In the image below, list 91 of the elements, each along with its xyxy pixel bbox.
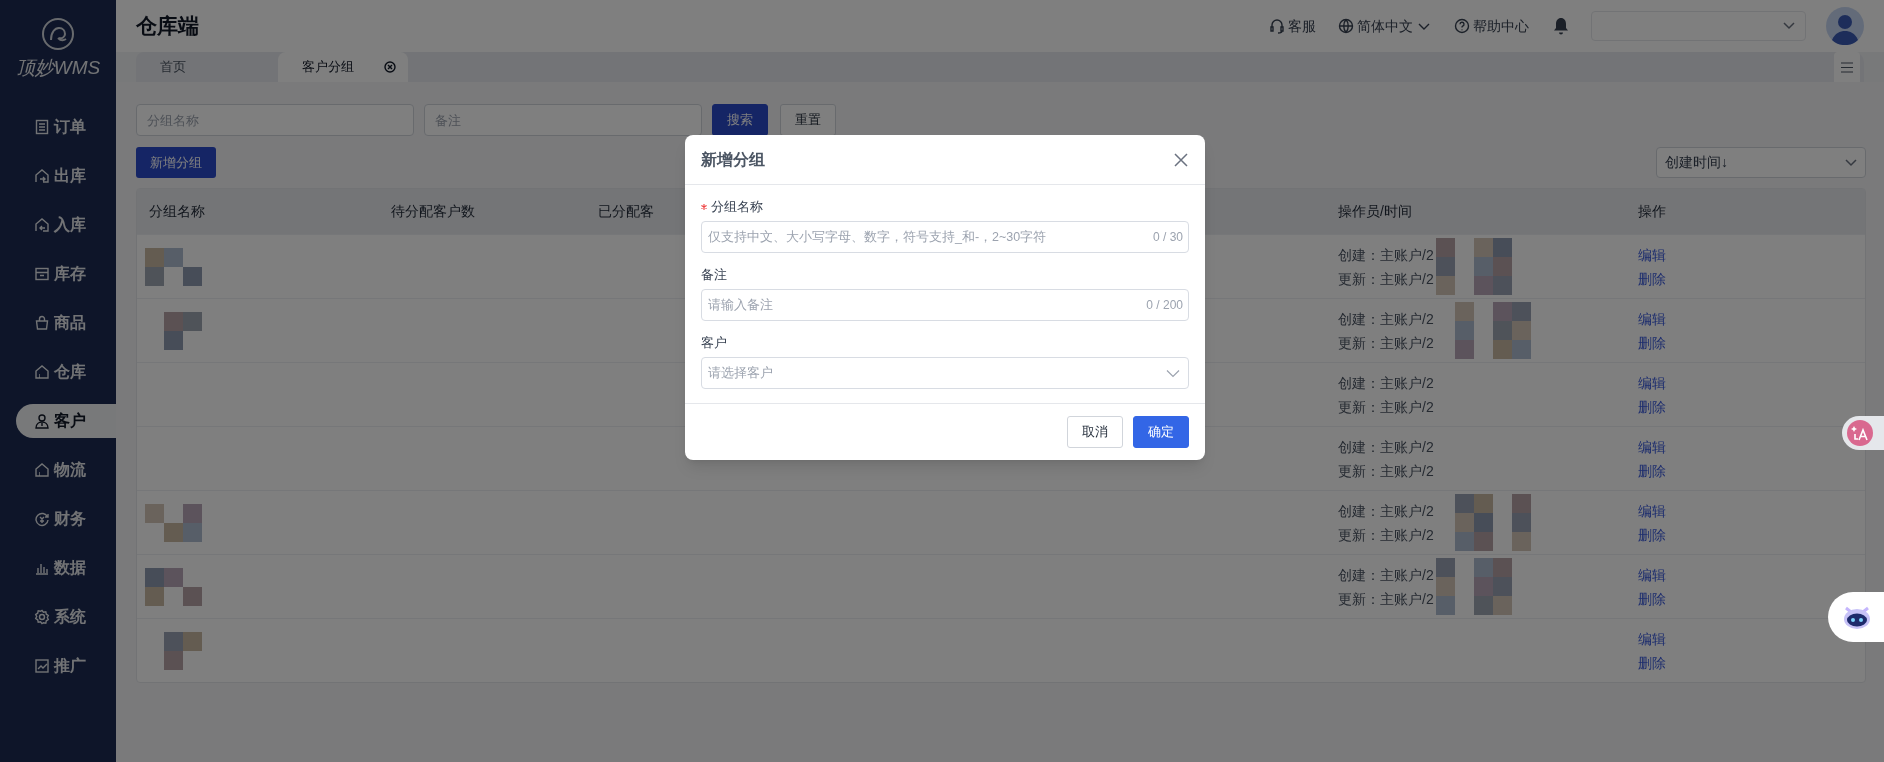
header-link[interactable]: 帮助中心 — [1454, 15, 1529, 37]
sidebar-item[interactable]: 入库 — [16, 208, 116, 242]
pixelated-block — [145, 503, 202, 542]
bell-icon[interactable] — [1553, 17, 1569, 35]
action-link[interactable]: 编辑 — [1638, 242, 1666, 267]
box-icon — [34, 266, 50, 282]
operator-text: 创建：主账户/2 — [1338, 245, 1434, 265]
sidebar-item[interactable]: 财务 — [16, 502, 116, 536]
action-link[interactable]: 编辑 — [1638, 498, 1666, 523]
column-header: 分组名称 — [149, 203, 205, 219]
sidebar-item[interactable]: 系统 — [16, 600, 116, 634]
trend-chart-icon — [34, 658, 50, 674]
pixelated-block — [145, 567, 202, 606]
column-header: 已分配客 — [598, 203, 654, 219]
operator-text: 更新：主账户/2 — [1338, 461, 1434, 481]
action-link[interactable]: 编辑 — [1638, 562, 1666, 587]
action-link[interactable]: 删除 — [1638, 266, 1666, 291]
sidebar-item[interactable]: 客户 — [16, 404, 116, 438]
person-icon — [34, 413, 50, 429]
sidebar-item[interactable]: 库存 — [16, 257, 116, 291]
list-icon — [34, 119, 50, 135]
chevron-down-icon — [1783, 22, 1795, 30]
close-icon[interactable] — [1173, 151, 1189, 168]
operator-text: 创建：主账户/2 — [1338, 309, 1434, 329]
avatar[interactable] — [1826, 7, 1864, 45]
action-link[interactable]: 删除 — [1638, 522, 1666, 547]
field-label: 客户 — [701, 334, 727, 353]
house-arrow-icon — [34, 168, 50, 184]
logo-icon — [40, 16, 76, 52]
sidebar-item[interactable]: 订单 — [16, 110, 116, 144]
app-title: 仓库端 — [136, 13, 199, 40]
column-header: 待分配客户数 — [391, 203, 475, 219]
sidebar-item[interactable]: 商品 — [16, 306, 116, 340]
headset-icon — [1269, 18, 1285, 34]
help-icon — [1454, 18, 1470, 34]
assistant-widget[interactable] — [1828, 592, 1884, 642]
operator-text: 更新：主账户/2 — [1338, 397, 1434, 417]
operator-text: 创建：主账户/2 — [1338, 373, 1434, 393]
action-link[interactable]: 编辑 — [1638, 306, 1666, 331]
robot-icon — [1842, 604, 1872, 630]
dialog-title: 新增分组 — [701, 149, 765, 170]
dialog-button[interactable]: 确定 — [1133, 416, 1189, 448]
sidebar-item[interactable]: 仓库 — [16, 355, 116, 389]
translate-widget[interactable] — [1842, 416, 1884, 450]
field-label: 备注 — [701, 266, 727, 285]
operator-text: 创建：主账户/2 — [1338, 437, 1434, 457]
operator-text: 更新：主账户/2 — [1338, 589, 1434, 609]
sidebar-item[interactable]: 物流 — [16, 453, 116, 487]
operator-text: 更新：主账户/2 — [1338, 333, 1434, 353]
operator-text: 创建：主账户/2 — [1338, 501, 1434, 521]
action-link[interactable]: 删除 — [1638, 394, 1666, 419]
action-link[interactable]: 编辑 — [1638, 434, 1666, 459]
action-link[interactable]: 删除 — [1638, 330, 1666, 355]
header-link[interactable]: 客服 — [1269, 15, 1316, 37]
action-link[interactable]: 编辑 — [1638, 370, 1666, 395]
operator-text: 创建：主账户/2 — [1338, 565, 1434, 585]
filter-button[interactable]: 搜索 — [712, 104, 768, 136]
sidebar-item[interactable]: 数据 — [16, 551, 116, 585]
header-link[interactable]: 简体中文 — [1338, 15, 1432, 37]
gear-icon — [34, 609, 50, 625]
house-icon — [34, 462, 50, 478]
chevron-down-icon — [1845, 158, 1857, 167]
add-group-button[interactable]: 新增分组 — [136, 147, 216, 178]
translate-icon — [1847, 420, 1873, 446]
pixelated-block — [145, 247, 202, 286]
operator-text: 更新：主账户/2 — [1338, 525, 1434, 545]
sidebar-item[interactable]: 推广 — [16, 649, 116, 683]
bag-icon — [34, 315, 50, 331]
menu-icon — [1841, 61, 1853, 73]
tab[interactable]: 客户分组 — [278, 52, 408, 82]
char-counter: 0 / 30 — [1152, 229, 1183, 245]
column-header: 操作 — [1638, 203, 1666, 219]
sidebar-item[interactable]: 出库 — [16, 159, 116, 193]
select-field[interactable]: 请选择客户 — [701, 357, 1189, 389]
filter-button[interactable]: 重置 — [780, 104, 836, 136]
field-label: 分组名称 — [711, 198, 763, 217]
action-link[interactable]: 编辑 — [1638, 626, 1666, 651]
action-link[interactable]: 删除 — [1638, 586, 1666, 611]
action-link[interactable]: 删除 — [1638, 650, 1666, 675]
house-arrow-icon — [34, 217, 50, 233]
column-header: 操作员/时间 — [1338, 203, 1412, 219]
char-counter: 0 / 200 — [1146, 297, 1183, 313]
house-icon — [34, 364, 50, 380]
menu-button[interactable] — [1834, 52, 1860, 82]
action-link[interactable]: 删除 — [1638, 458, 1666, 483]
globe-icon — [1338, 18, 1354, 34]
logo-text: 顶妙WMS — [15, 56, 101, 80]
dialog-button[interactable]: 取消 — [1067, 416, 1123, 448]
operator-text: 更新：主账户/2 — [1338, 269, 1434, 289]
sort-select[interactable]: 创建时间↓ — [1656, 147, 1866, 178]
coin-cycle-icon — [34, 511, 50, 527]
